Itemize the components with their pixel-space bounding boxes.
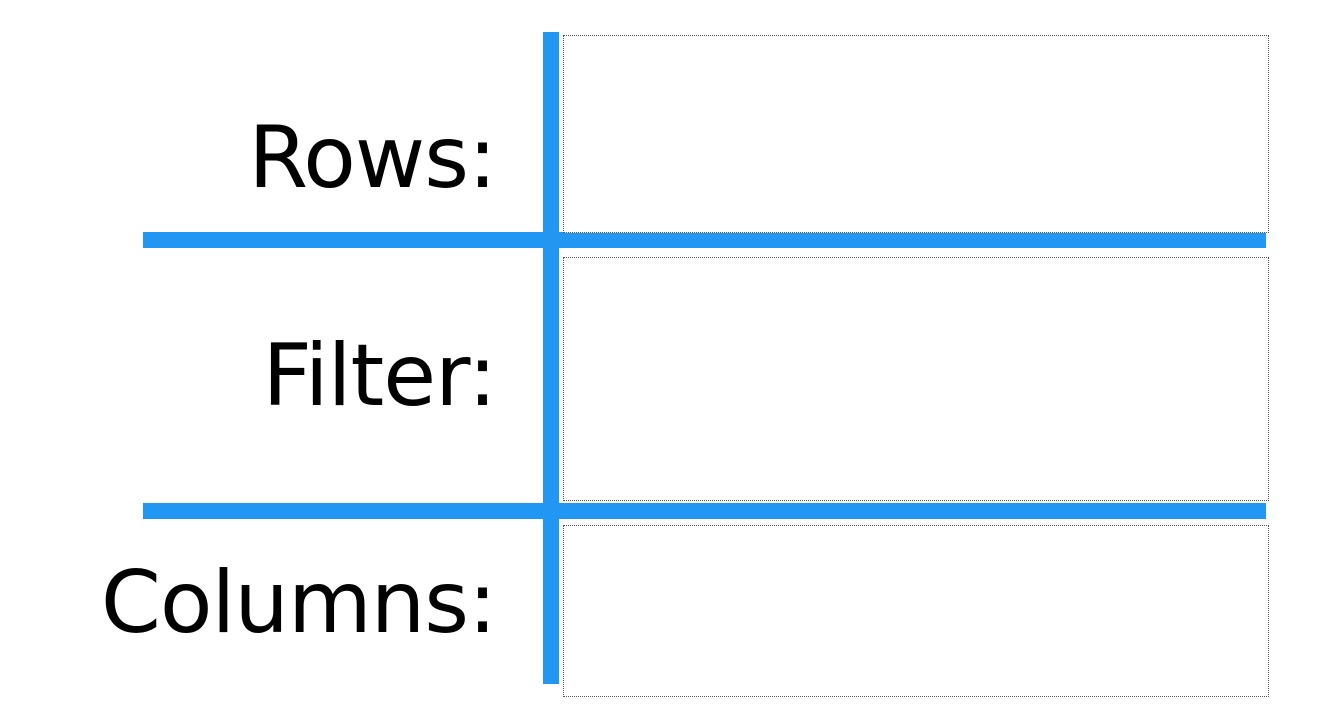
- filter-drop-zone[interactable]: [563, 257, 1269, 501]
- columns-drop-zone[interactable]: [563, 525, 1269, 697]
- vertical-divider: [543, 32, 559, 684]
- rows-drop-zone[interactable]: [563, 35, 1269, 233]
- columns-label: Columns:: [100, 553, 497, 653]
- filter-columns-divider: [143, 503, 1266, 519]
- rows-filter-divider: [143, 232, 1266, 248]
- filter-label: Filter:: [262, 326, 497, 426]
- rows-label: Rows:: [248, 108, 497, 208]
